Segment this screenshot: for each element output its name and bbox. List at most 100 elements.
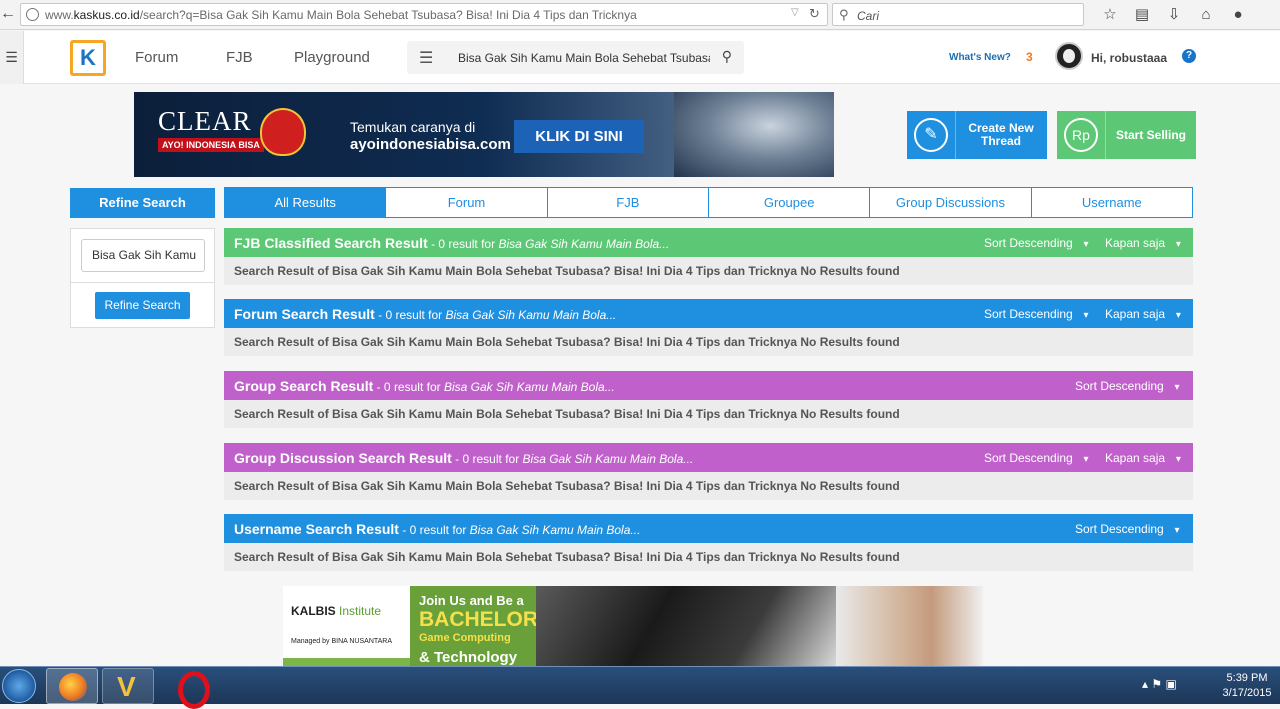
home-icon[interactable]: ⌂ bbox=[1190, 4, 1222, 26]
search-category-menu-icon[interactable]: ☰ bbox=[419, 48, 433, 68]
ad-line1: Join Us and Be a bbox=[419, 593, 524, 608]
banner-cta-button[interactable]: KLIK DI SINI bbox=[514, 120, 644, 153]
globe-icon bbox=[26, 8, 39, 21]
bookmark-star-icon[interactable]: ☆ bbox=[1094, 4, 1126, 26]
url-text[interactable]: www.kaskus.co.id/search?q=Bisa Gak Sih K… bbox=[45, 8, 785, 22]
help-icon[interactable]: ? bbox=[1182, 49, 1196, 63]
whats-new-link[interactable]: What's New? bbox=[949, 52, 1011, 63]
result-section-group-discussion: Group Discussion Search Result - 0 resul… bbox=[224, 443, 1193, 500]
green-strip bbox=[283, 658, 410, 666]
time-dropdown[interactable]: Kapan saja bbox=[1105, 451, 1181, 465]
start-button-icon[interactable] bbox=[2, 669, 36, 703]
back-arrow-icon[interactable]: ← bbox=[0, 4, 16, 24]
user-greeting[interactable]: Hi, robustaaa bbox=[1091, 51, 1167, 65]
reload-icon[interactable]: ↻ bbox=[809, 6, 820, 22]
button-divider bbox=[955, 111, 956, 159]
site-header: ☰ K Forum FJB Playground ☰ Bisa Gak Sih … bbox=[0, 31, 1280, 84]
clock-time: 5:39 PM bbox=[1226, 672, 1268, 684]
result-header: Username Search Result - 0 result for Bi… bbox=[224, 514, 1193, 543]
kalbis-logo: KALBIS Institute bbox=[291, 604, 382, 618]
managed-by-text: Managed by BINA NUSANTARA bbox=[291, 638, 393, 645]
tab-forum[interactable]: Forum bbox=[385, 188, 546, 217]
banner-tagline-line2: ayoindonesiabisa.com bbox=[350, 136, 511, 153]
result-title: FJB Classified Search Result - 0 result … bbox=[234, 235, 670, 251]
clear-banner-ad[interactable]: CLEAR AYO! INDONESIA BISA Temukan carany… bbox=[134, 92, 834, 177]
tab-all-results[interactable]: All Results bbox=[225, 188, 386, 217]
kaskus-logo[interactable]: K bbox=[70, 40, 106, 76]
time-dropdown[interactable]: Kapan saja bbox=[1105, 236, 1181, 250]
browser-search-placeholder[interactable]: Cari bbox=[857, 9, 879, 23]
football-players-image bbox=[674, 92, 834, 177]
result-title: Forum Search Result - 0 result for Bisa … bbox=[234, 306, 617, 322]
sort-dropdown[interactable]: Sort Descending bbox=[1075, 379, 1180, 393]
no-results-message: Search Result of Bisa Gak Sih Kamu Main … bbox=[234, 264, 900, 278]
tab-fjb[interactable]: FJB bbox=[546, 188, 708, 217]
chat-icon[interactable]: ● bbox=[1222, 4, 1254, 26]
tab-groupee[interactable]: Groupee bbox=[707, 188, 869, 217]
rupiah-icon: Rp bbox=[1064, 118, 1098, 152]
ad-line3: Game Computing bbox=[419, 632, 511, 644]
result-header: Group Search Result - 0 result for Bisa … bbox=[224, 371, 1193, 400]
result-title: Username Search Result - 0 result for Bi… bbox=[234, 521, 641, 537]
tab-group-discussions[interactable]: Group Discussions bbox=[869, 188, 1030, 217]
side-menu-icon[interactable]: ☰ bbox=[0, 31, 24, 84]
refine-search-button[interactable]: Refine Search bbox=[95, 292, 190, 319]
banner-tagline: Temukan caranya di ayoindonesiabisa.com bbox=[350, 119, 511, 153]
logo-letter: K bbox=[80, 45, 96, 70]
browser-search-box[interactable]: ⚲ Cari bbox=[832, 3, 1084, 26]
result-body: Search Result of Bisa Gak Sih Kamu Main … bbox=[224, 400, 1193, 428]
clock-date: 3/17/2015 bbox=[1222, 687, 1272, 699]
no-results-message: Search Result of Bisa Gak Sih Kamu Main … bbox=[234, 407, 900, 421]
sort-dropdown[interactable]: Sort Descending bbox=[1075, 522, 1180, 536]
address-bar[interactable]: www.kaskus.co.id/search?q=Bisa Gak Sih K… bbox=[20, 3, 828, 26]
download-icon[interactable]: ⇩ bbox=[1158, 4, 1190, 26]
result-header: FJB Classified Search Result - 0 result … bbox=[224, 228, 1193, 257]
bookmarks-list-icon[interactable]: ▤ bbox=[1126, 4, 1158, 26]
ad-line4: & Technology bbox=[419, 649, 518, 666]
create-new-thread-label: Create New Thread bbox=[968, 121, 1034, 148]
result-tabs: All Results Forum FJB Groupee Group Disc… bbox=[224, 187, 1193, 218]
site-search-input[interactable]: Bisa Gak Sih Kamu Main Bola Sehebat Tsub… bbox=[458, 51, 710, 65]
search-icon: ⚲ bbox=[839, 7, 849, 22]
start-selling-button[interactable]: Rp Start Selling bbox=[1057, 111, 1196, 159]
no-results-message: Search Result of Bisa Gak Sih Kamu Main … bbox=[234, 479, 900, 493]
avatar[interactable] bbox=[1055, 42, 1083, 70]
result-body: Search Result of Bisa Gak Sih Kamu Main … bbox=[224, 328, 1193, 356]
result-section-fjb: FJB Classified Search Result - 0 result … bbox=[224, 228, 1193, 285]
result-section-group: Group Search Result - 0 result for Bisa … bbox=[224, 371, 1193, 428]
result-section-forum: Forum Search Result - 0 result for Bisa … bbox=[224, 299, 1193, 356]
nav-fjb[interactable]: FJB bbox=[226, 49, 253, 67]
sort-dropdown[interactable]: Sort Descending bbox=[984, 307, 1089, 321]
kalbis-banner-ad[interactable]: KALBIS Institute Managed by BINA NUSANTA… bbox=[283, 586, 983, 666]
opera-icon[interactable] bbox=[166, 668, 218, 709]
tab-username[interactable]: Username bbox=[1030, 188, 1192, 217]
pencil-icon: ✎ bbox=[914, 118, 948, 152]
kalbis-logo-panel: KALBIS Institute Managed by BINA NUSANTA… bbox=[283, 586, 410, 666]
app-v-icon[interactable] bbox=[102, 668, 154, 704]
notification-count[interactable]: 3 bbox=[1026, 50, 1033, 64]
history-dropdown-icon[interactable]: ▽ bbox=[791, 7, 799, 18]
result-header: Forum Search Result - 0 result for Bisa … bbox=[224, 299, 1193, 328]
result-title: Group Discussion Search Result - 0 resul… bbox=[234, 450, 694, 466]
firefox-icon[interactable] bbox=[46, 668, 98, 704]
tray-icons[interactable]: ▴ ⚑ ▣ bbox=[1142, 677, 1177, 691]
no-results-message: Search Result of Bisa Gak Sih Kamu Main … bbox=[234, 550, 900, 564]
club-crest-icon bbox=[260, 108, 306, 156]
ayo-indonesia-tag: AYO! INDONESIA BISA bbox=[158, 138, 264, 152]
system-clock[interactable]: 5:39 PM 3/17/2015 bbox=[1218, 671, 1276, 701]
time-dropdown[interactable]: Kapan saja bbox=[1105, 307, 1181, 321]
refine-search-input[interactable]: Bisa Gak Sih Kamu bbox=[81, 239, 205, 272]
nav-playground[interactable]: Playground bbox=[294, 49, 370, 67]
no-results-message: Search Result of Bisa Gak Sih Kamu Main … bbox=[234, 335, 900, 349]
result-body: Search Result of Bisa Gak Sih Kamu Main … bbox=[224, 543, 1193, 571]
result-section-username: Username Search Result - 0 result for Bi… bbox=[224, 514, 1193, 571]
bachelor-panel: Join Us and Be a BACHELOR Game Computing… bbox=[410, 586, 538, 666]
game-screen-image bbox=[536, 586, 836, 666]
banner-tagline-line1: Temukan caranya di bbox=[350, 119, 476, 135]
create-new-thread-button[interactable]: ✎ Create New Thread bbox=[907, 111, 1047, 159]
nav-forum[interactable]: Forum bbox=[135, 49, 178, 67]
result-title: Group Search Result - 0 result for Bisa … bbox=[234, 378, 615, 394]
sort-dropdown[interactable]: Sort Descending bbox=[984, 236, 1089, 250]
sort-dropdown[interactable]: Sort Descending bbox=[984, 451, 1089, 465]
search-icon[interactable]: ⚲ bbox=[722, 48, 732, 65]
